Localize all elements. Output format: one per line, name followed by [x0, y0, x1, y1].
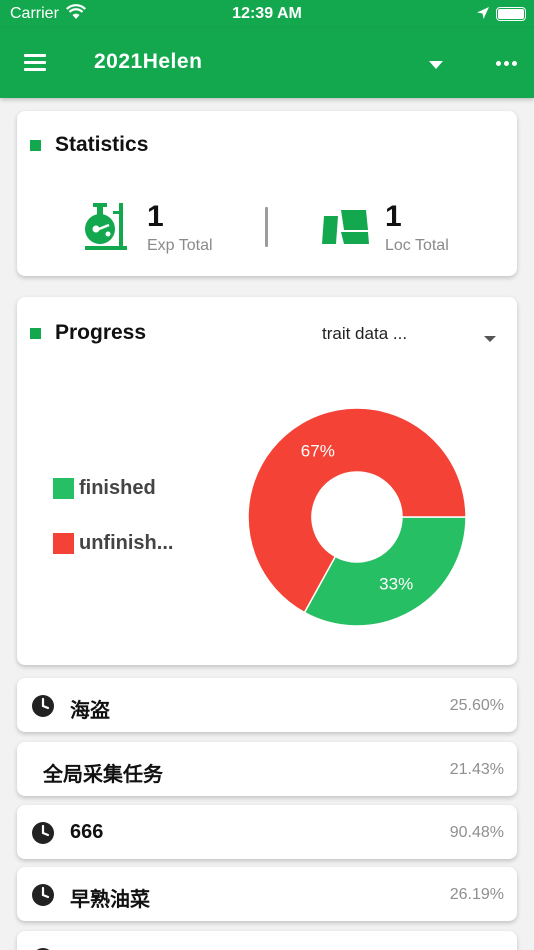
section-marker [30, 328, 41, 339]
legend-swatch-finished [53, 478, 74, 499]
more-options-icon[interactable] [494, 52, 522, 74]
exp-total-value: 1 [147, 200, 164, 233]
progress-donut-chart: 33% 67% [247, 407, 467, 627]
donut-label-unfinished: 67% [301, 442, 335, 461]
location-map-icon [322, 208, 370, 251]
caret-down-icon[interactable] [426, 58, 446, 70]
app-bar: 2021Helen [0, 28, 534, 98]
task-item[interactable]: 666 90.48% [17, 805, 517, 859]
loc-total-value: 1 [385, 200, 402, 233]
exp-total-label: Exp Total [147, 237, 213, 254]
task-name: 666 [70, 821, 104, 843]
task-percent: 26.19% [449, 886, 504, 903]
trait-selector-dropdown[interactable]: trait data ... [322, 323, 507, 347]
battery-icon [496, 7, 526, 21]
task-item[interactable]: 全局采集任务 21.43% [17, 742, 517, 796]
legend-swatch-unfinished [53, 533, 74, 554]
clock-icon [31, 694, 55, 723]
trait-selector-value: trait data ... [322, 324, 408, 343]
legend-label-unfinished: unfinish... [79, 532, 174, 554]
menu-icon[interactable] [22, 52, 50, 74]
caret-down-icon [483, 330, 497, 348]
loc-total-label: Loc Total [385, 237, 449, 254]
donut-slice-finished [303, 516, 467, 627]
location-arrow-icon [476, 6, 490, 25]
task-name: 早熟油菜 [70, 889, 150, 911]
clock-time: 12:39 AM [232, 5, 302, 22]
progress-card: Progress trait data ... finished unfinis… [17, 297, 517, 665]
progress-title: Progress [55, 321, 147, 344]
clock-icon [31, 821, 55, 850]
task-name: 全局采集任务 [43, 764, 163, 786]
task-item-partial[interactable] [17, 931, 517, 950]
status-bar: Carrier 12:39 AM [0, 0, 534, 28]
task-percent: 90.48% [449, 824, 504, 841]
section-marker [30, 140, 41, 151]
donut-label-finished: 33% [379, 574, 413, 593]
statistics-card: Statistics 1 Exp Total 1 Loc Total [17, 111, 517, 276]
task-name: 海盗 [70, 700, 110, 722]
project-title[interactable]: 2021Helen [94, 50, 202, 74]
experiment-flask-icon [83, 201, 129, 256]
task-item[interactable]: 海盗 25.60% [17, 678, 517, 732]
legend-label-finished: finished [79, 477, 156, 499]
task-percent: 25.60% [449, 697, 504, 714]
task-item[interactable]: 早熟油菜 26.19% [17, 867, 517, 921]
statistics-title: Statistics [55, 133, 149, 156]
task-percent: 21.43% [449, 761, 504, 778]
clock-icon [31, 883, 55, 912]
stats-divider [265, 207, 268, 247]
